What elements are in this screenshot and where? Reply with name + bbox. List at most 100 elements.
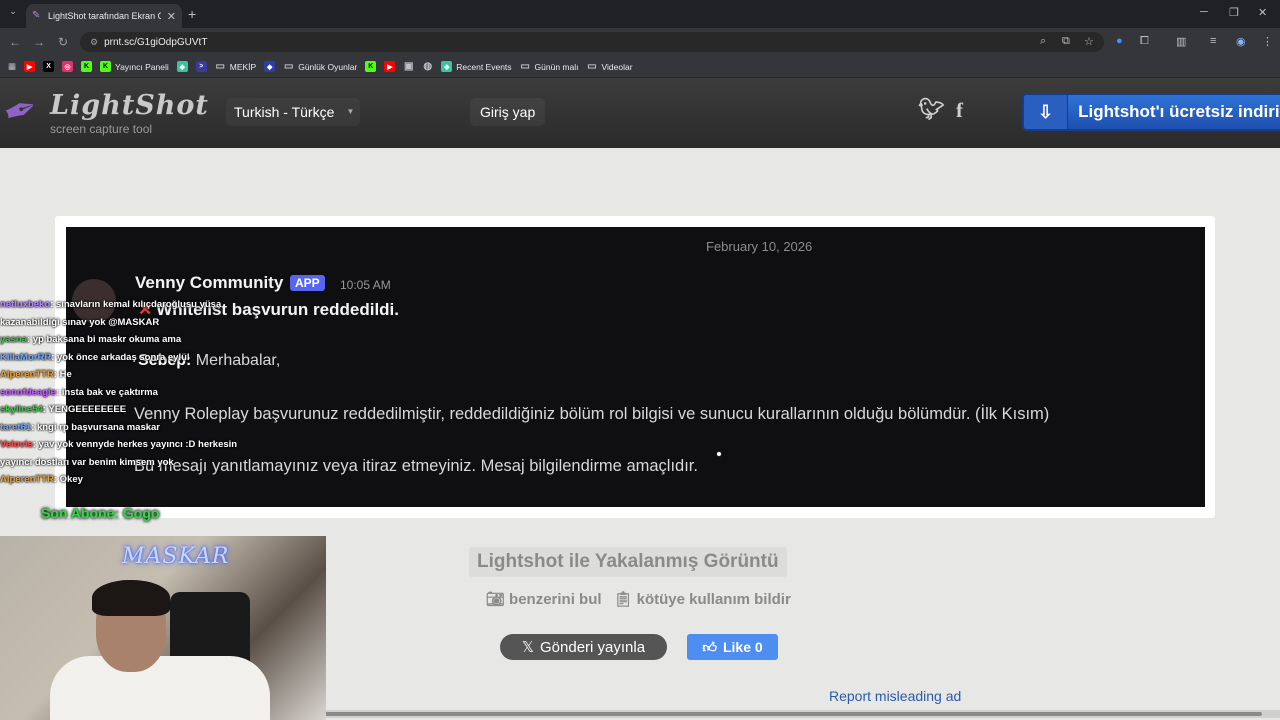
horizontal-scrollbar[interactable]: [322, 710, 1280, 718]
bookmark-item[interactable]: ▶: [384, 61, 396, 72]
bookmark-item[interactable]: ◍: [422, 61, 433, 72]
clipboard-icon: 📋︎: [613, 591, 633, 608]
chat-text: : He: [53, 369, 72, 380]
lightshot-logo[interactable]: ✒ LightShot screen capture tool: [0, 85, 208, 140]
app-icon: ◆: [176, 61, 188, 72]
chat-message: yasna: yp baksana bi maskr okuma ama: [0, 331, 300, 349]
extensions-puzzle-icon[interactable]: ⧠: [1140, 35, 1149, 48]
chat-message: yayıncı dostları var benim kimsem yok: [0, 454, 300, 472]
bookmark-item[interactable]: ▭ Günün malı: [520, 61, 579, 72]
chat-message: netluxbeko: sınavların kemal kılıçdaroğl…: [0, 296, 300, 314]
bookmark-item[interactable]: ◎: [62, 61, 74, 72]
chat-message: taret61: kngi rp başvursana maskar: [0, 419, 300, 437]
minimize-icon[interactable]: ─: [1200, 6, 1208, 18]
tab-close-icon[interactable]: ✕: [167, 10, 176, 23]
bookmark-label: Videolar: [601, 61, 633, 72]
bookmarks-bar: ▦ ▶ X ◎ K K Yayıncı Paneli ◆ > ▭ MEKİP ◆ ▭ Günlük Oy…: [0, 56, 1280, 78]
camera-icon: 📷︎: [486, 591, 506, 608]
sidebar-icon[interactable]: ▥: [1176, 35, 1186, 48]
profile-avatar[interactable]: ◉: [1236, 35, 1246, 48]
report-abuse-link[interactable]: 📋︎ kötüye kullanım bildir: [614, 590, 791, 608]
globe-icon: ◍: [423, 61, 433, 72]
bookmark-item[interactable]: >: [195, 61, 207, 72]
bookmark-item[interactable]: ▭ MEKİP: [215, 61, 257, 72]
app-badge: APP: [290, 275, 325, 291]
chat-message: kazanabildiği sınav yok @MASKAR: [0, 314, 300, 332]
folder-icon: ▭: [283, 61, 294, 72]
download-button[interactable]: ⇩ Lightshot'ı ücretsiz indirin: [1022, 93, 1280, 131]
chat-text: : YENGEEEEEEEE: [42, 404, 127, 415]
download-icon: ⇩: [1024, 95, 1069, 129]
omnibox[interactable]: ⚙ prnt.sc/G1giOdpGUVtT: [80, 32, 1104, 52]
chat-text: : yok önce arkadaş sonra eylül: [51, 351, 190, 363]
chat-text: : yav yok vennyde herkes yayıncı :D herk…: [32, 439, 238, 450]
menu-kebab-icon[interactable]: ⋮: [1262, 35, 1273, 48]
bookmark-label: Yayıncı Paneli: [115, 61, 169, 72]
folder-icon: ▭: [520, 61, 530, 72]
bookmark-item[interactable]: ◆ Recent Events: [441, 61, 512, 72]
bookmark-label: Günlük Oyunlar: [298, 61, 358, 72]
app-icon: ◆: [441, 61, 453, 72]
download-label: Lightshot'ı ücretsiz indirin: [1078, 102, 1280, 121]
scrollbar-thumb[interactable]: [322, 712, 1262, 716]
site-info-icon[interactable]: ⚙: [90, 37, 98, 48]
chat-message: skyline54: YENGEEEEEEEE: [0, 401, 300, 419]
forward-icon[interactable]: →: [32, 35, 46, 49]
media-control-icon[interactable]: ≡: [1210, 35, 1216, 47]
bookmark-label: Günün malı: [534, 61, 579, 72]
thumbs-up-icon: 👍︎: [702, 638, 717, 655]
x-post-button[interactable]: 𝕏 Gönderi yayınla: [500, 634, 667, 660]
bookmark-item[interactable]: ▭ Günlük Oyunlar: [283, 61, 357, 72]
bookmark-item[interactable]: K: [81, 61, 93, 72]
chat-text: : sınavların kemal kılıçdaroğlusu yüşa: [50, 299, 222, 310]
zoom-icon[interactable]: ⌕: [1040, 35, 1046, 48]
chat-username: AlperenTTR: [0, 369, 54, 380]
restore-icon[interactable]: ❐: [1229, 6, 1239, 19]
streamer-body: [50, 656, 270, 720]
chat-message: AlperenTTR: Okey: [0, 471, 300, 489]
report-ad-link[interactable]: Report misleading ad: [829, 688, 961, 704]
tab-search-icon[interactable]: ⌄: [6, 6, 20, 20]
chat-text: yayıncı dostları var benim kimsem yok: [0, 456, 174, 468]
bookmark-item[interactable]: ▭ Videolar: [587, 61, 633, 72]
facebook-icon[interactable]: f: [956, 98, 963, 123]
x-post-label: Gönderi yayınla: [540, 638, 646, 656]
x-logo-icon: 𝕏: [521, 639, 535, 656]
bookmark-star-icon[interactable]: ☆: [1084, 35, 1094, 48]
chat-message: sonofdeagle: insta bak ve çaktırma: [0, 384, 300, 402]
chat-username: yasna: [0, 334, 27, 345]
mouse-cursor-icon: [716, 451, 722, 457]
extension-icon[interactable]: ●: [1116, 35, 1123, 47]
bookmark-item[interactable]: ◆: [264, 61, 276, 72]
facebook-like-button[interactable]: 👍︎ Like 0: [687, 634, 778, 660]
chat-text: : kngi rp başvursana maskar: [31, 421, 161, 433]
chat-text: : yp baksana bi maskr okuma ama: [26, 334, 182, 345]
find-similar-link[interactable]: 📷︎ benzerini bul: [486, 590, 602, 608]
bookmark-item[interactable]: ▣: [403, 61, 414, 72]
bookmark-item[interactable]: K Yayıncı Paneli: [100, 61, 169, 72]
twitter-icon[interactable]: 🐦︎: [918, 98, 945, 122]
kick-icon: K: [365, 61, 377, 72]
apps-grid-icon[interactable]: ▦: [8, 61, 16, 72]
bookmark-item[interactable]: K: [365, 61, 377, 72]
install-app-icon[interactable]: ⧉: [1062, 35, 1070, 48]
webcam-overlay: MASKAR: [0, 536, 326, 720]
chat-text: : insta bak ve çaktırma: [55, 386, 158, 398]
login-button[interactable]: Giriş yap: [470, 98, 546, 126]
back-icon[interactable]: ←: [8, 35, 22, 49]
new-tab-icon[interactable]: +: [188, 6, 196, 22]
chat-username: taret61: [0, 421, 32, 433]
close-icon[interactable]: ✕: [1258, 6, 1267, 19]
logo-name: LightShot: [50, 90, 209, 121]
streamer-hair-top: [92, 580, 170, 616]
bookmark-item[interactable]: X: [43, 61, 55, 72]
image-caption: Lightshot ile Yakalanmış Görüntü: [469, 547, 787, 577]
logo-tagline: screen capture tool: [50, 122, 153, 136]
active-tab[interactable]: ✎ LightShot tarafından Ekran Görüntüsü ✕: [26, 4, 182, 28]
language-select[interactable]: Turkish - Türkçe ▼: [226, 98, 361, 126]
site-header: ✒ LightShot screen capture tool Turkish …: [0, 78, 1280, 148]
bookmark-item[interactable]: ◆: [176, 61, 188, 72]
feather-icon: ✒: [0, 84, 45, 138]
bookmark-item[interactable]: ▶: [24, 61, 36, 72]
reload-icon[interactable]: ↻: [56, 35, 70, 49]
